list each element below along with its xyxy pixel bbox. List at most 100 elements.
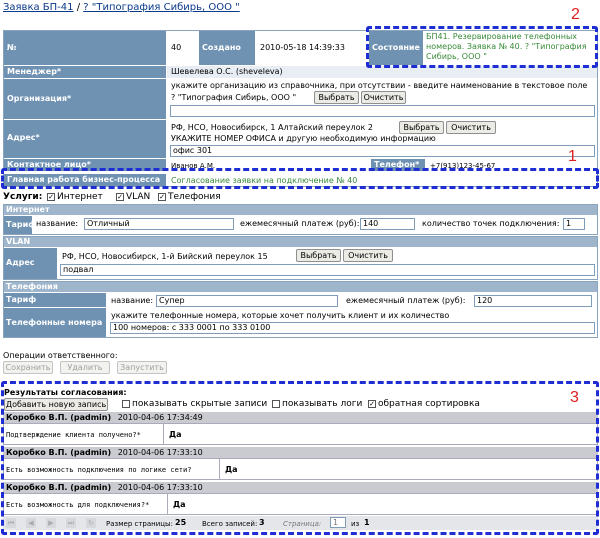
telephony-tariff-label: Тариф xyxy=(4,293,106,307)
record-answer: Да xyxy=(225,465,238,474)
ops-label: Операции ответственного: xyxy=(3,351,118,360)
page-title: Заявка БП-41 / ? "Типография Сибирь, ООО… xyxy=(3,2,240,13)
of-label: из xyxy=(351,520,360,528)
org-clear-button[interactable]: Очистить xyxy=(361,91,406,104)
record-header: Коробко В.П. (padmin) 2010-04-06 17:33:1… xyxy=(3,482,598,493)
contact-label-cell: Контактное лицо* xyxy=(4,159,166,171)
telephony-name-label: название: xyxy=(111,296,154,305)
num-value: 40 xyxy=(171,43,182,52)
record-time: 2010-04-06 17:33:10 xyxy=(117,483,203,492)
record-author: Коробко В.П. (padmin) xyxy=(6,413,112,422)
annotation-number-1: 1 xyxy=(568,148,577,165)
org-hint: укажите организацию из справочника, при … xyxy=(171,81,588,90)
manager-value: Шевелева О.С. (sheveleva) xyxy=(171,67,283,76)
vlan-extra-input[interactable]: подвал xyxy=(60,264,595,276)
org-value: ? "Типография Сибирь, ООО " xyxy=(171,93,297,102)
reverse-sort-label: обратная сортировка xyxy=(378,399,480,409)
record-author: Коробко В.П. (padmin) xyxy=(6,483,112,492)
show-hidden-checkbox[interactable] xyxy=(122,400,130,408)
page-label: Страница: xyxy=(283,520,322,528)
vlan-address-label: Адрес xyxy=(4,248,57,279)
service-vlan-label: VLAN xyxy=(126,192,151,202)
vlan-section-header: VLAN xyxy=(4,237,597,247)
num-label-cell: № xyxy=(4,31,166,65)
annotation-number-3: 3 xyxy=(570,389,579,406)
phone-label-cell: Телефон* xyxy=(371,159,425,171)
record-header: Коробко В.П. (padmin) 2010-04-06 17:34:4… xyxy=(3,412,598,423)
internet-name-label: название: xyxy=(36,219,79,228)
record-answer: Да xyxy=(169,430,182,439)
annotation-number-2: 2 xyxy=(571,6,580,23)
mainwork-label-cell: Главная работа бизнес-процесса xyxy=(4,174,166,186)
show-logs-checkbox[interactable] xyxy=(272,400,280,408)
address-extra-input[interactable]: офис 301 xyxy=(170,145,595,157)
address-hint: УКАЖИТЕ НОМЕР ОФИСА и другую необходимую… xyxy=(171,134,436,143)
internet-section-header: Интернет xyxy=(4,205,597,215)
page-size-value: 25 xyxy=(175,518,187,527)
state-value: БП41. Резервирование телефонных номеров.… xyxy=(426,32,587,61)
created-value: 2010-05-18 14:39:33 xyxy=(260,43,345,52)
service-internet-checkbox[interactable]: ✓ xyxy=(47,193,55,201)
refresh-icon[interactable]: ↻ xyxy=(86,518,96,528)
next-page-icon[interactable]: ▶ xyxy=(46,518,56,528)
reverse-sort-checkbox[interactable]: ✓ xyxy=(368,400,376,408)
run-button[interactable]: Запустить xyxy=(117,361,167,374)
results-label: Результаты согласования: xyxy=(4,388,127,397)
of-value: 1 xyxy=(364,518,370,527)
service-telephony-checkbox[interactable]: ✓ xyxy=(158,193,166,201)
address-select-button[interactable]: Выбрать xyxy=(399,121,444,134)
vlan-clear-button[interactable]: Очистить xyxy=(343,249,393,262)
internet-tariff-label: Тариф xyxy=(4,216,36,234)
add-record-button[interactable]: Добавить новую запись xyxy=(4,398,108,411)
service-telephony-label: Телефония xyxy=(168,192,221,202)
telephony-section-header: Телефония xyxy=(4,282,597,292)
services-label: Услуги: xyxy=(3,192,43,202)
state-label-cell: Состояние xyxy=(369,31,423,65)
delete-button[interactable]: Удалить xyxy=(60,361,110,374)
page-input[interactable]: 1 xyxy=(330,517,346,528)
internet-points-input[interactable]: 1 xyxy=(563,218,585,230)
title-link-request[interactable]: Заявка БП-41 xyxy=(3,2,74,13)
record-author: Коробко В.П. (padmin) xyxy=(6,448,112,457)
org-label-cell: Организация* xyxy=(4,79,166,119)
title-link-org[interactable]: ? "Типография Сибирь, ООО " xyxy=(83,2,239,13)
service-internet-label: Интернет xyxy=(57,192,103,202)
telephony-phones-hint: укажите телефонные номера, которые хочет… xyxy=(111,311,450,320)
manager-label-cell: Менеджер* xyxy=(4,66,166,78)
prev-page-icon[interactable]: ◀ xyxy=(26,518,36,528)
last-page-icon[interactable]: ⏭ xyxy=(66,518,76,528)
first-page-icon[interactable]: ⏮ xyxy=(6,518,16,528)
address-value: РФ, НСО, Новосибирск, 1 Алтайский переул… xyxy=(171,123,373,132)
phone-value: +7(913)123-45-67 xyxy=(430,162,496,170)
record-header: Коробко В.П. (padmin) 2010-04-06 17:33:1… xyxy=(3,447,598,458)
address-clear-button[interactable]: Очистить xyxy=(446,121,496,134)
internet-name-input[interactable]: Отличный xyxy=(84,218,234,230)
created-label-cell: Создано xyxy=(199,31,255,65)
page-size-label: Размер страницы: xyxy=(106,520,173,528)
address-label-cell: Адрес* xyxy=(4,120,166,158)
service-vlan-checkbox[interactable]: ✓ xyxy=(116,193,124,201)
record-answer: Да xyxy=(173,500,186,509)
show-hidden-label: показывать скрытые записи xyxy=(132,399,268,409)
record-time: 2010-04-06 17:34:49 xyxy=(117,413,203,422)
telephony-name-input[interactable]: Супер xyxy=(156,295,338,307)
telephony-phones-input[interactable]: 100 номеров: с 333 0001 по 333 0100 xyxy=(110,322,595,334)
telephony-fee-input[interactable]: 120 xyxy=(474,295,592,307)
telephony-phones-label: Телефонные номера xyxy=(4,308,106,337)
total-label: Всего записей: xyxy=(202,520,258,528)
internet-fee-input[interactable]: 140 xyxy=(360,218,415,230)
save-button[interactable]: Сохранить xyxy=(3,361,53,374)
record-question: Есть возможность подключения по логике с… xyxy=(6,466,192,474)
total-value: 3 xyxy=(259,518,265,527)
org-select-button[interactable]: Выбрать xyxy=(314,91,359,104)
show-logs-label: показывать логи xyxy=(282,399,363,409)
vlan-select-button[interactable]: Выбрать xyxy=(296,249,341,262)
telephony-fee-label: ежемесячный платеж (руб): xyxy=(346,296,466,305)
internet-points-label: количество точек подключения: xyxy=(422,219,560,228)
record-question: Подтверждение клиента получено?* xyxy=(6,431,141,439)
contact-value: Иванов А.М. xyxy=(171,162,216,170)
internet-fee-label: ежемесячный платеж (руб): xyxy=(240,219,360,228)
org-text-input[interactable] xyxy=(170,105,595,117)
record-time: 2010-04-06 17:33:10 xyxy=(117,448,203,457)
record-question: Есть возможность для подключения?* xyxy=(6,501,150,509)
